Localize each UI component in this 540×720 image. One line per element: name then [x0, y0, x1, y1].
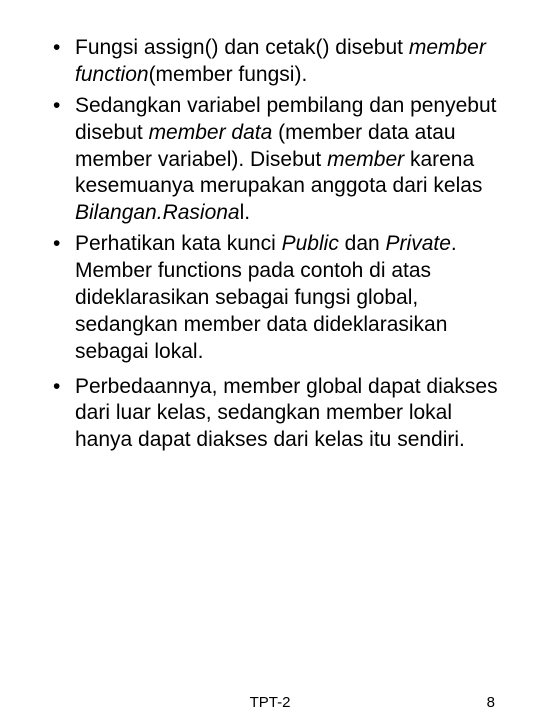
italic-text: member data	[149, 121, 273, 144]
slide: Fungsi assign() dan cetak() disebut memb…	[0, 0, 540, 720]
text: dan	[339, 232, 386, 255]
italic-text: Bilangan.Rasiona	[75, 201, 240, 224]
footer-center-text: TPT-2	[0, 694, 540, 711]
bullet-list: Fungsi assign() dan cetak() disebut memb…	[0, 0, 540, 454]
italic-text: Private	[386, 232, 451, 255]
text: (member fungsi).	[149, 63, 308, 86]
text: Fungsi assign() dan cetak() disebut	[75, 36, 409, 59]
text: l.	[240, 201, 251, 224]
list-item: Fungsi assign() dan cetak() disebut memb…	[75, 35, 500, 89]
italic-text: member	[327, 148, 404, 171]
list-item: Perhatikan kata kunci Public dan Private…	[75, 231, 500, 365]
text: Perhatikan kata kunci	[75, 232, 282, 255]
text: Perbedaannya, member global dapat diakse…	[75, 375, 498, 452]
italic-text: Public	[282, 232, 339, 255]
list-item: Perbedaannya, member global dapat diakse…	[75, 374, 500, 455]
page-number: 8	[487, 694, 495, 711]
list-item: Sedangkan variabel pembilang dan penyebu…	[75, 93, 500, 227]
